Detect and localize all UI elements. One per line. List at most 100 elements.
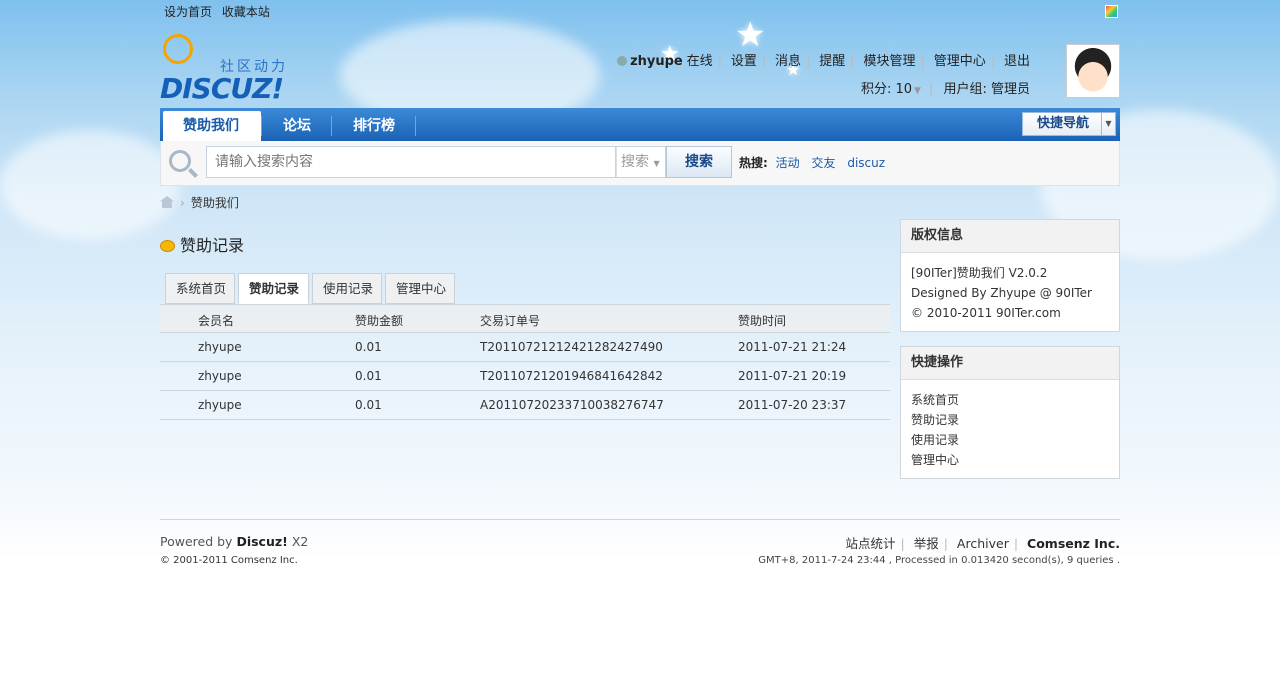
site-logo[interactable]: 社区动力 DISCUZ! — [160, 34, 300, 105]
cell-amount: 0.01 — [355, 340, 382, 354]
messages-link[interactable]: 消息 — [775, 54, 801, 69]
hot-word-link[interactable]: 活动 — [776, 156, 800, 170]
hot-word-link[interactable]: discuz — [847, 156, 885, 170]
set-home-link[interactable]: 设为首页 — [164, 5, 212, 19]
sponsor-table: 会员名 赞助金额 交易订单号 赞助时间 zhyupe 0.01 T2011072… — [160, 304, 890, 420]
column-header: 会员名 — [198, 314, 235, 328]
chevron-right-icon: › — [180, 196, 185, 210]
search-button[interactable]: 搜索 — [666, 146, 732, 178]
username-link[interactable]: zhyupe — [630, 54, 683, 69]
cell-order-id: T20110721212421282427490 — [480, 340, 663, 354]
settings-link[interactable]: 设置 — [731, 54, 757, 69]
nav-tab-ranking[interactable]: 排行榜 — [333, 111, 415, 141]
page-title-text: 赞助记录 — [180, 236, 245, 255]
hot-searches: 热搜: 活动 交友 discuz — [739, 154, 893, 171]
table-header: 会员名 赞助金额 交易订单号 赞助时间 — [160, 304, 890, 333]
logout-link[interactable]: 退出 — [1004, 54, 1030, 69]
nav-divider — [261, 116, 262, 136]
cell-member[interactable]: zhyupe — [198, 340, 242, 354]
table-row: zhyupe 0.01 T20110721212421282427490 201… — [160, 333, 890, 362]
nav-tab-sponsor[interactable]: 赞助我们 — [163, 111, 261, 141]
search-type-label: 搜索 — [621, 154, 649, 170]
powered-by-text: Powered by — [160, 534, 233, 549]
copyright-title: 版权信息 — [901, 220, 1119, 253]
cell-member[interactable]: zhyupe — [198, 369, 242, 383]
chevron-down-icon[interactable]: ▼ — [1101, 113, 1115, 135]
quick-nav-label: 快捷导航 — [1037, 116, 1090, 131]
cell-order-id: A20110720233710038276747 — [480, 398, 664, 412]
cell-time: 2011-07-20 23:37 — [738, 398, 847, 412]
search-bar: 搜索 ▼ 搜索 热搜: 活动 交友 discuz — [160, 141, 1120, 186]
tab-admin-center[interactable]: 管理中心 — [385, 273, 455, 304]
main-nav: 赞助我们 论坛 排行榜 快捷导航 ▼ — [160, 108, 1120, 141]
cell-amount: 0.01 — [355, 398, 382, 412]
quick-link-sponsor-records[interactable]: 赞助记录 — [911, 410, 1109, 430]
site-stats-link[interactable]: 站点统计 — [845, 536, 895, 551]
user-info: 积分: 10 ▼ | 用户组: 管理员 — [860, 82, 1030, 97]
user-icon — [617, 56, 628, 66]
chevron-down-icon: ▼ — [653, 159, 660, 168]
home-icon[interactable] — [160, 196, 174, 208]
table-row: zhyupe 0.01 A20110720233710038276747 201… — [160, 391, 890, 420]
logo-text: DISCUZ! — [160, 72, 284, 105]
online-status: 在线 — [686, 54, 713, 69]
product-version: X2 — [291, 534, 309, 549]
points-menu[interactable]: 积分: 10 — [861, 82, 912, 97]
quick-link-usage-records[interactable]: 使用记录 — [911, 430, 1109, 450]
archiver-link[interactable]: Archiver — [957, 536, 1009, 551]
quick-actions-title: 快捷操作 — [901, 347, 1119, 380]
copyright-line: Designed By Zhyupe @ 90ITer — [911, 286, 1092, 300]
coin-icon — [160, 240, 175, 252]
copyright-box: 版权信息 [90ITer]赞助我们 V2.0.2 Designed By Zhy… — [900, 219, 1120, 332]
report-link[interactable]: 举报 — [914, 536, 939, 551]
tab-system-home[interactable]: 系统首页 — [165, 273, 235, 304]
avatar-image — [1069, 47, 1117, 95]
footer-divider — [160, 519, 1120, 520]
module-manage-link[interactable]: 模块管理 — [864, 54, 916, 69]
bookmark-link[interactable]: 收藏本站 — [222, 5, 270, 19]
footer-links: 站点统计 | 举报 | Archiver | Comsenz Inc. — [845, 536, 1120, 551]
user-group: 用户组: 管理员 — [943, 82, 1030, 97]
cell-time: 2011-07-21 21:24 — [738, 340, 847, 354]
cloud-decoration — [0, 130, 180, 240]
quick-link-system-home[interactable]: 系统首页 — [911, 390, 1109, 410]
column-header: 赞助时间 — [738, 314, 787, 328]
notifications-link[interactable]: 提醒 — [819, 54, 845, 69]
quick-actions-box: 快捷操作 系统首页 赞助记录 使用记录 管理中心 — [900, 346, 1120, 479]
footer-stats: GMT+8, 2011-7-24 23:44 , Processed in 0.… — [758, 555, 1120, 566]
admin-center-link[interactable]: 管理中心 — [934, 54, 986, 69]
page-title: 赞助记录 — [160, 232, 244, 256]
company-link[interactable]: Comsenz Inc. — [1027, 536, 1120, 551]
search-type-select[interactable]: 搜索 ▼ — [616, 146, 666, 178]
top-links: 设为首页 收藏本站 — [164, 3, 276, 20]
hot-search-label: 热搜: — [739, 156, 768, 170]
column-header: 交易订单号 — [480, 314, 541, 328]
cell-time: 2011-07-21 20:19 — [738, 369, 847, 383]
tab-sponsor-records[interactable]: 赞助记录 — [238, 273, 309, 304]
table-row: zhyupe 0.01 T20110721201946841642842 201… — [160, 362, 890, 391]
nav-tab-forum[interactable]: 论坛 — [263, 111, 331, 141]
quick-nav-button[interactable]: 快捷导航 ▼ — [1022, 112, 1116, 136]
nav-divider — [415, 116, 416, 136]
cell-amount: 0.01 — [355, 369, 382, 383]
skin-switch-icon[interactable] — [1105, 5, 1118, 18]
tab-usage-records[interactable]: 使用记录 — [312, 273, 382, 304]
search-input[interactable] — [206, 146, 616, 178]
avatar[interactable] — [1066, 44, 1120, 98]
cell-order-id: T20110721201946841642842 — [480, 369, 663, 383]
breadcrumb-current[interactable]: 赞助我们 — [191, 196, 239, 210]
hot-word-link[interactable]: 交友 — [811, 156, 835, 170]
copyright-line: [90ITer]赞助我们 V2.0.2 — [911, 266, 1048, 280]
logo-bubble-icon — [163, 34, 193, 64]
nav-divider — [331, 116, 332, 136]
quick-link-admin-center[interactable]: 管理中心 — [911, 450, 1109, 470]
product-link[interactable]: Discuz! — [236, 534, 287, 549]
user-nav: zhyupe 在线 | 设置 | 消息 | 提醒 | 模块管理 | 管理中心 | 退出 — [617, 50, 1030, 69]
search-icon — [169, 150, 191, 172]
cell-member[interactable]: zhyupe — [198, 398, 242, 412]
column-header: 赞助金额 — [355, 314, 404, 328]
chevron-down-icon: ▼ — [914, 86, 921, 96]
star-decoration: ★ — [735, 15, 766, 55]
copyright-line: © 2010-2011 90ITer.com — [911, 306, 1061, 320]
footer-powered: Powered by Discuz! X2 — [160, 534, 308, 549]
